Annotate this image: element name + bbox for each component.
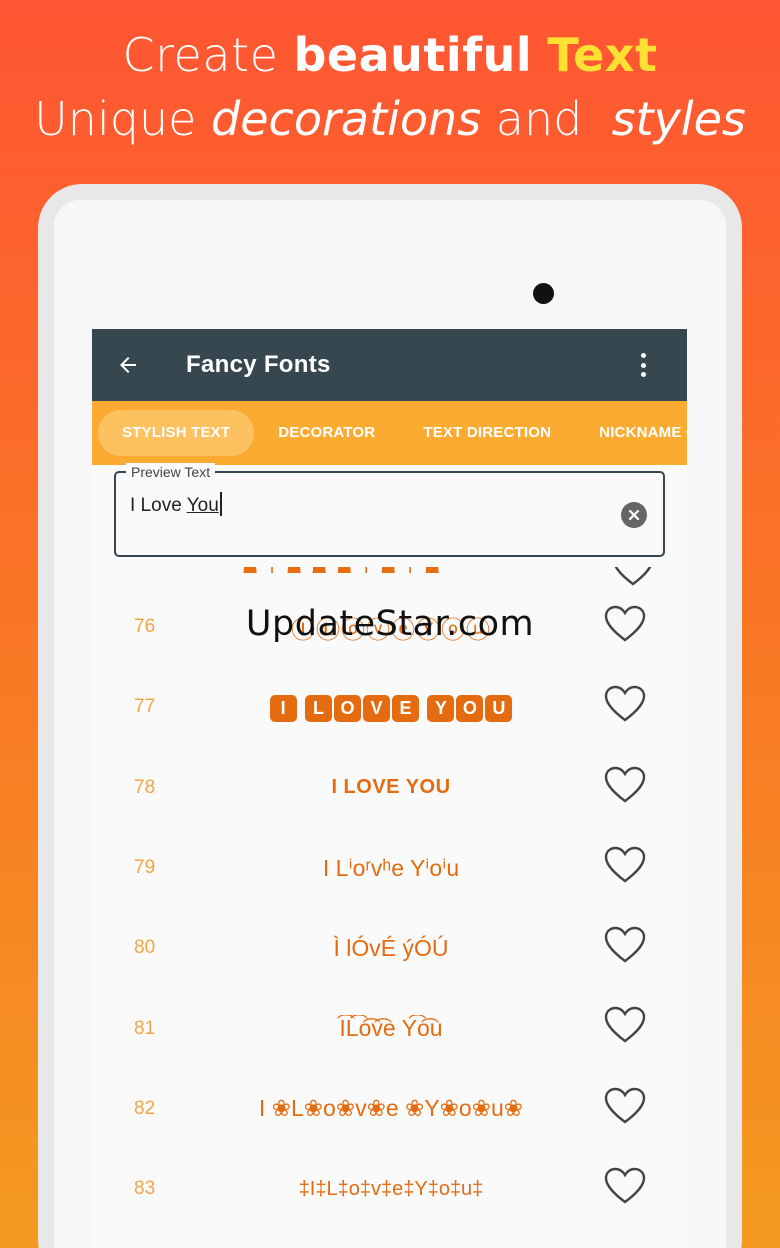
close-icon: [628, 509, 640, 521]
fancy-text: ‡I‡L‡o‡v‡e‡Y‡o‡u‡: [298, 1177, 484, 1200]
list-item[interactable]: 80 Ì lÓvÉ ýÓÚ: [92, 908, 687, 988]
promo-line-2: Unique decorations and styles: [0, 86, 780, 152]
promo-line-2-italic2: styles: [611, 92, 746, 146]
heart-icon[interactable]: [604, 926, 646, 964]
style-number: 79: [134, 857, 156, 879]
heart-icon[interactable]: [612, 567, 654, 587]
tab-nickname-creator[interactable]: Nickname Cre: [575, 410, 687, 456]
boxed-letter: O: [456, 694, 484, 722]
back-button[interactable]: [92, 329, 164, 401]
boxed-letter: U: [485, 694, 513, 722]
style-number: 82: [134, 1097, 156, 1119]
heart-icon[interactable]: [604, 766, 646, 804]
style-number: 83: [134, 1178, 156, 1200]
list-item[interactable]: 77 I LOVE YOU: [92, 667, 687, 747]
text-caret: [219, 492, 222, 516]
camera-dot: [533, 283, 554, 304]
arrow-left-icon: [120, 357, 136, 373]
fancy-text-boxed: I LOVE YOU: [192, 693, 590, 722]
boxed-letter: V: [363, 694, 390, 722]
preview-value-plain: I Love: [130, 495, 187, 516]
fancy-text: I Lⁱoʳvʰe Yⁱoⁱu: [322, 854, 460, 881]
preview-text-input[interactable]: I Love You: [130, 492, 222, 517]
boxed-letter: E: [392, 694, 419, 722]
boxed-letter: L: [305, 694, 332, 722]
watermark-text: UpdateStar.com: [245, 604, 535, 644]
fancy-text: I͡L͡o͡v͡e Y͡o͡u: [339, 1015, 443, 1042]
heart-icon[interactable]: [604, 685, 646, 723]
font-style-list: ☗ ☨ ☗ ☗ ☗ ☨ ☗ ☨ ☗ 76 ⒾⓁⓞⓥⓔⓎⓞⓤ 77 I LOVE …: [92, 567, 687, 1229]
list-item[interactable]: 81 I͡L͡o͡v͡e Y͡o͡u: [92, 988, 687, 1068]
fancy-text: I ❀L❀o❀v❀e ❀Y❀o❀u❀: [258, 1095, 524, 1122]
preview-text-field[interactable]: Preview Text I Love You: [114, 463, 665, 557]
boxed-letter: O: [334, 694, 361, 722]
list-item[interactable]: 78 I LOVE YOU: [92, 748, 687, 828]
tab-decorator[interactable]: Decorator: [254, 410, 399, 456]
style-number: 78: [134, 776, 156, 798]
tab-text-direction[interactable]: Text Direction: [399, 410, 575, 456]
promo-line-1-accent: Text: [547, 28, 658, 82]
tab-stylish-text[interactable]: Stylish Text: [98, 410, 255, 456]
app-bar: Fancy Fonts: [92, 329, 687, 401]
style-number: 81: [134, 1017, 156, 1039]
tab-bar: Stylish Text Decorator Text Direction Ni…: [92, 401, 687, 465]
promo-line-2-part1: Unique: [34, 92, 212, 146]
promo-line-1-bold: beautiful: [293, 28, 533, 82]
boxed-letter: Y: [427, 694, 455, 722]
fancy-text: Ì lÓvÉ ýÓÚ: [333, 934, 449, 961]
list-item[interactable]: 82 I ❀L❀o❀v❀e ❀Y❀o❀u❀: [92, 1069, 687, 1149]
promo-headline: Create beautiful Text Unique decorations…: [0, 24, 780, 152]
heart-icon[interactable]: [604, 846, 646, 884]
promo-line-1-prefix: Create: [122, 28, 294, 82]
heart-icon[interactable]: [604, 1087, 646, 1125]
style-number: 80: [134, 937, 156, 959]
fancy-text-partial: ☗ ☨ ☗ ☗ ☗ ☨ ☗ ☨ ☗: [242, 567, 443, 577]
promo-line-2-italic1: decorations: [211, 92, 482, 146]
preview-text-label: Preview Text: [126, 463, 216, 481]
heart-icon[interactable]: [604, 1006, 646, 1044]
clear-text-button[interactable]: [621, 502, 647, 528]
heart-icon[interactable]: [604, 1167, 646, 1205]
promo-line-1: Create beautiful Text: [0, 24, 780, 86]
promo-line-2-part2: and: [481, 92, 612, 146]
list-item-partial[interactable]: ☗ ☨ ☗ ☗ ☗ ☨ ☗ ☨ ☗: [92, 567, 687, 587]
fancy-text: I LOVE YOU: [331, 776, 451, 799]
boxed-letter: I: [269, 694, 297, 722]
style-number: 77: [134, 696, 156, 718]
preview-value-underlined: You: [186, 495, 219, 516]
list-item[interactable]: 79 I Lⁱoʳvʰe Yⁱoⁱu: [92, 828, 687, 908]
app-screen: Fancy Fonts Stylish Text Decorator Text …: [92, 329, 687, 1248]
app-title: Fancy Fonts: [186, 351, 331, 378]
list-item[interactable]: 83 ‡I‡L‡o‡v‡e‡Y‡o‡u‡: [92, 1149, 687, 1229]
more-vertical-icon[interactable]: [637, 351, 649, 379]
